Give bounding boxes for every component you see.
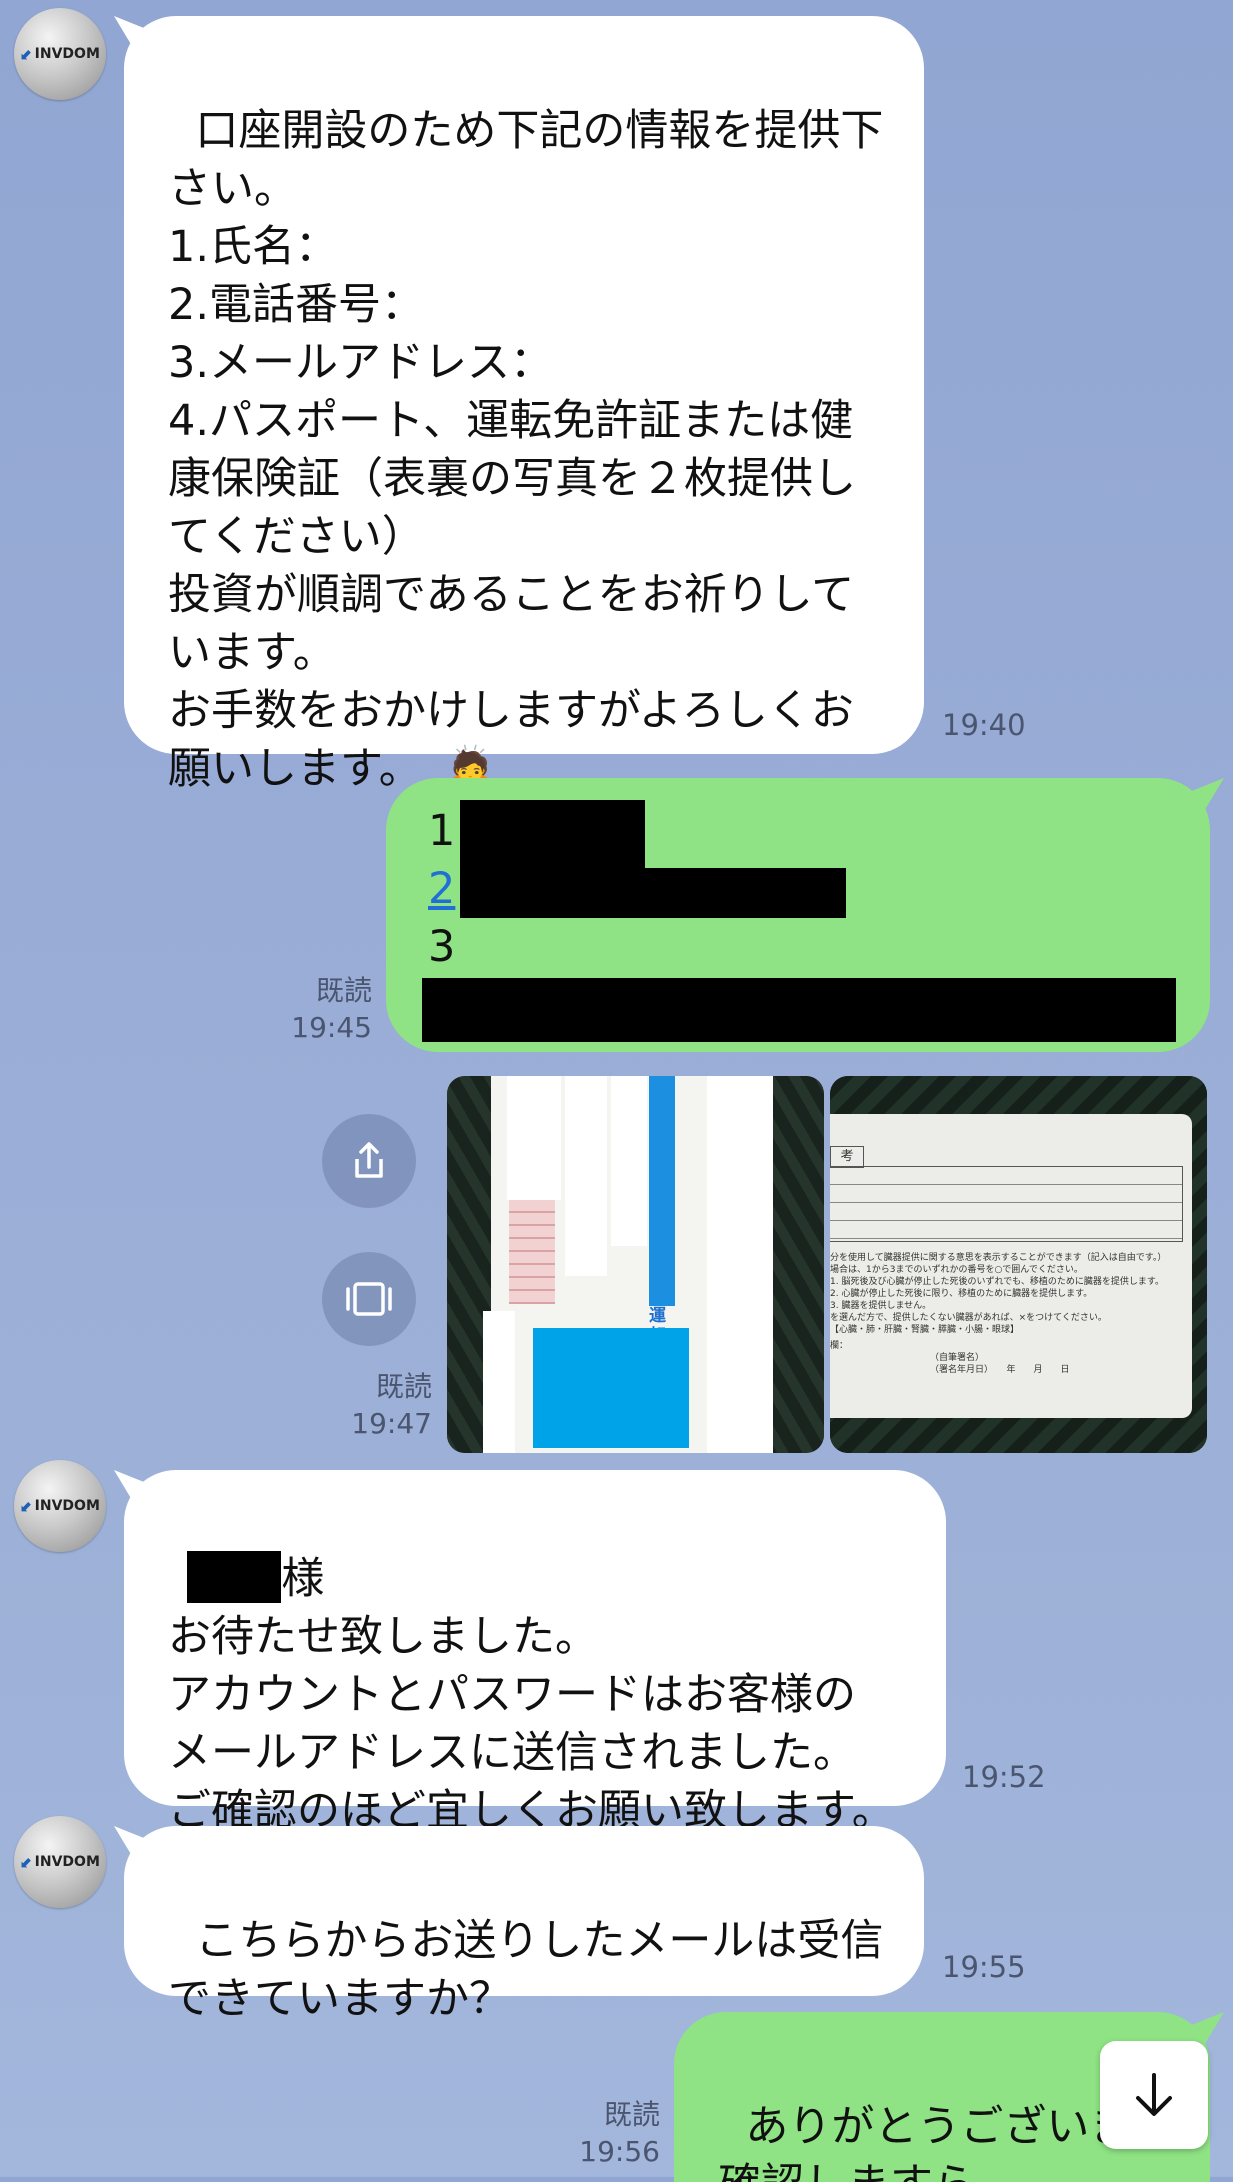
- read-label: 既読: [315, 974, 372, 1007]
- avatar-logo-icon: ⬋ INVDOM: [20, 1497, 100, 1515]
- message-text: お待たせ致しました。 アカウントとパスワードはお客様の メールアドレスに送信され…: [168, 1612, 895, 1836]
- redacted-phone: [460, 868, 846, 918]
- photo-license-front[interactable]: 運転免許証: [447, 1076, 824, 1453]
- remarks-box: [830, 1166, 1183, 1242]
- redact-white: [507, 1076, 561, 1200]
- sender-avatar[interactable]: ⬋ INVDOM: [14, 1460, 106, 1552]
- read-label: 既読: [375, 1370, 432, 1403]
- photo-grid-pink: [509, 1200, 555, 1304]
- message-line: 3: [428, 922, 456, 972]
- phone-number-link[interactable]: 2: [428, 860, 455, 918]
- redact-white: [483, 1311, 515, 1453]
- message-text: 口座開設のため下記の情報を提供下 さい。 1.氏名： 2.電話番号： 3.メール…: [168, 106, 884, 794]
- sender-avatar[interactable]: ⬋ INVDOM: [14, 8, 106, 100]
- share-button[interactable]: [322, 1114, 416, 1208]
- message-text: こちらからお送りしたメールは受信 できていますか？: [168, 1916, 884, 2024]
- redacted-name: [460, 800, 645, 870]
- message-bubble-incoming[interactable]: こちらからお送りしたメールは受信 できていますか？: [124, 1826, 924, 2024]
- message-text: ありがとうございま 確認しますら: [718, 2102, 1133, 2182]
- organ-donation-text: 分を使用して臓器提供に関する意思を表示することができます（記入は自由です。） 場…: [830, 1253, 1167, 1375]
- gallery-button[interactable]: [322, 1252, 416, 1346]
- message-time: 19:55: [942, 1950, 1026, 1984]
- scroll-to-bottom-button[interactable]: [1100, 2041, 1208, 2149]
- redact-white: [611, 1076, 647, 1246]
- message-bubble-incoming[interactable]: 様お待たせ致しました。 アカウントとパスワードはお客様の メールアドレスに送信さ…: [124, 1470, 946, 1836]
- read-label: 既読: [603, 2098, 660, 2131]
- message-time: 19:40: [942, 708, 1026, 742]
- card-back: 考 分を使用して臓器提供に関する意思を表示することができます（記入は自由です。）…: [830, 1114, 1192, 1418]
- license-blue-strip: [649, 1076, 675, 1306]
- share-icon: [355, 1142, 383, 1178]
- sender-avatar[interactable]: ⬋ INVDOM: [14, 1816, 106, 1908]
- avatar-logo-icon: ⬋ INVDOM: [20, 1853, 100, 1871]
- redacted-email: [422, 978, 1176, 1042]
- gallery-icon: [346, 1282, 392, 1316]
- read-receipt: 既読 19:56: [566, 2096, 660, 2170]
- photo-license-back[interactable]: 考 分を使用して臓器提供に関する意思を表示することができます（記入は自由です。）…: [830, 1076, 1207, 1453]
- message-time: 19:45: [291, 1011, 372, 1044]
- redacted-customer-name: [187, 1551, 282, 1603]
- message-time: 19:52: [962, 1760, 1046, 1794]
- message-line: 1: [428, 806, 456, 856]
- message-time: 19:47: [351, 1407, 432, 1440]
- message-time: 19:56: [579, 2135, 660, 2168]
- redact-white: [707, 1076, 773, 1453]
- scroll-down-arrow-icon: [1136, 2073, 1172, 2116]
- honorific: 様: [281, 1554, 325, 1604]
- read-receipt: 既読 19:45: [280, 972, 372, 1046]
- redact-white: [565, 1076, 607, 1276]
- redact-blue: [533, 1328, 689, 1448]
- message-bubble-incoming[interactable]: 口座開設のため下記の情報を提供下 さい。 1.氏名： 2.電話番号： 3.メール…: [124, 16, 924, 794]
- read-receipt: 既読 19:47: [330, 1368, 432, 1442]
- avatar-logo-icon: ⬋ INVDOM: [20, 45, 100, 63]
- remarks-label: 考: [830, 1146, 864, 1168]
